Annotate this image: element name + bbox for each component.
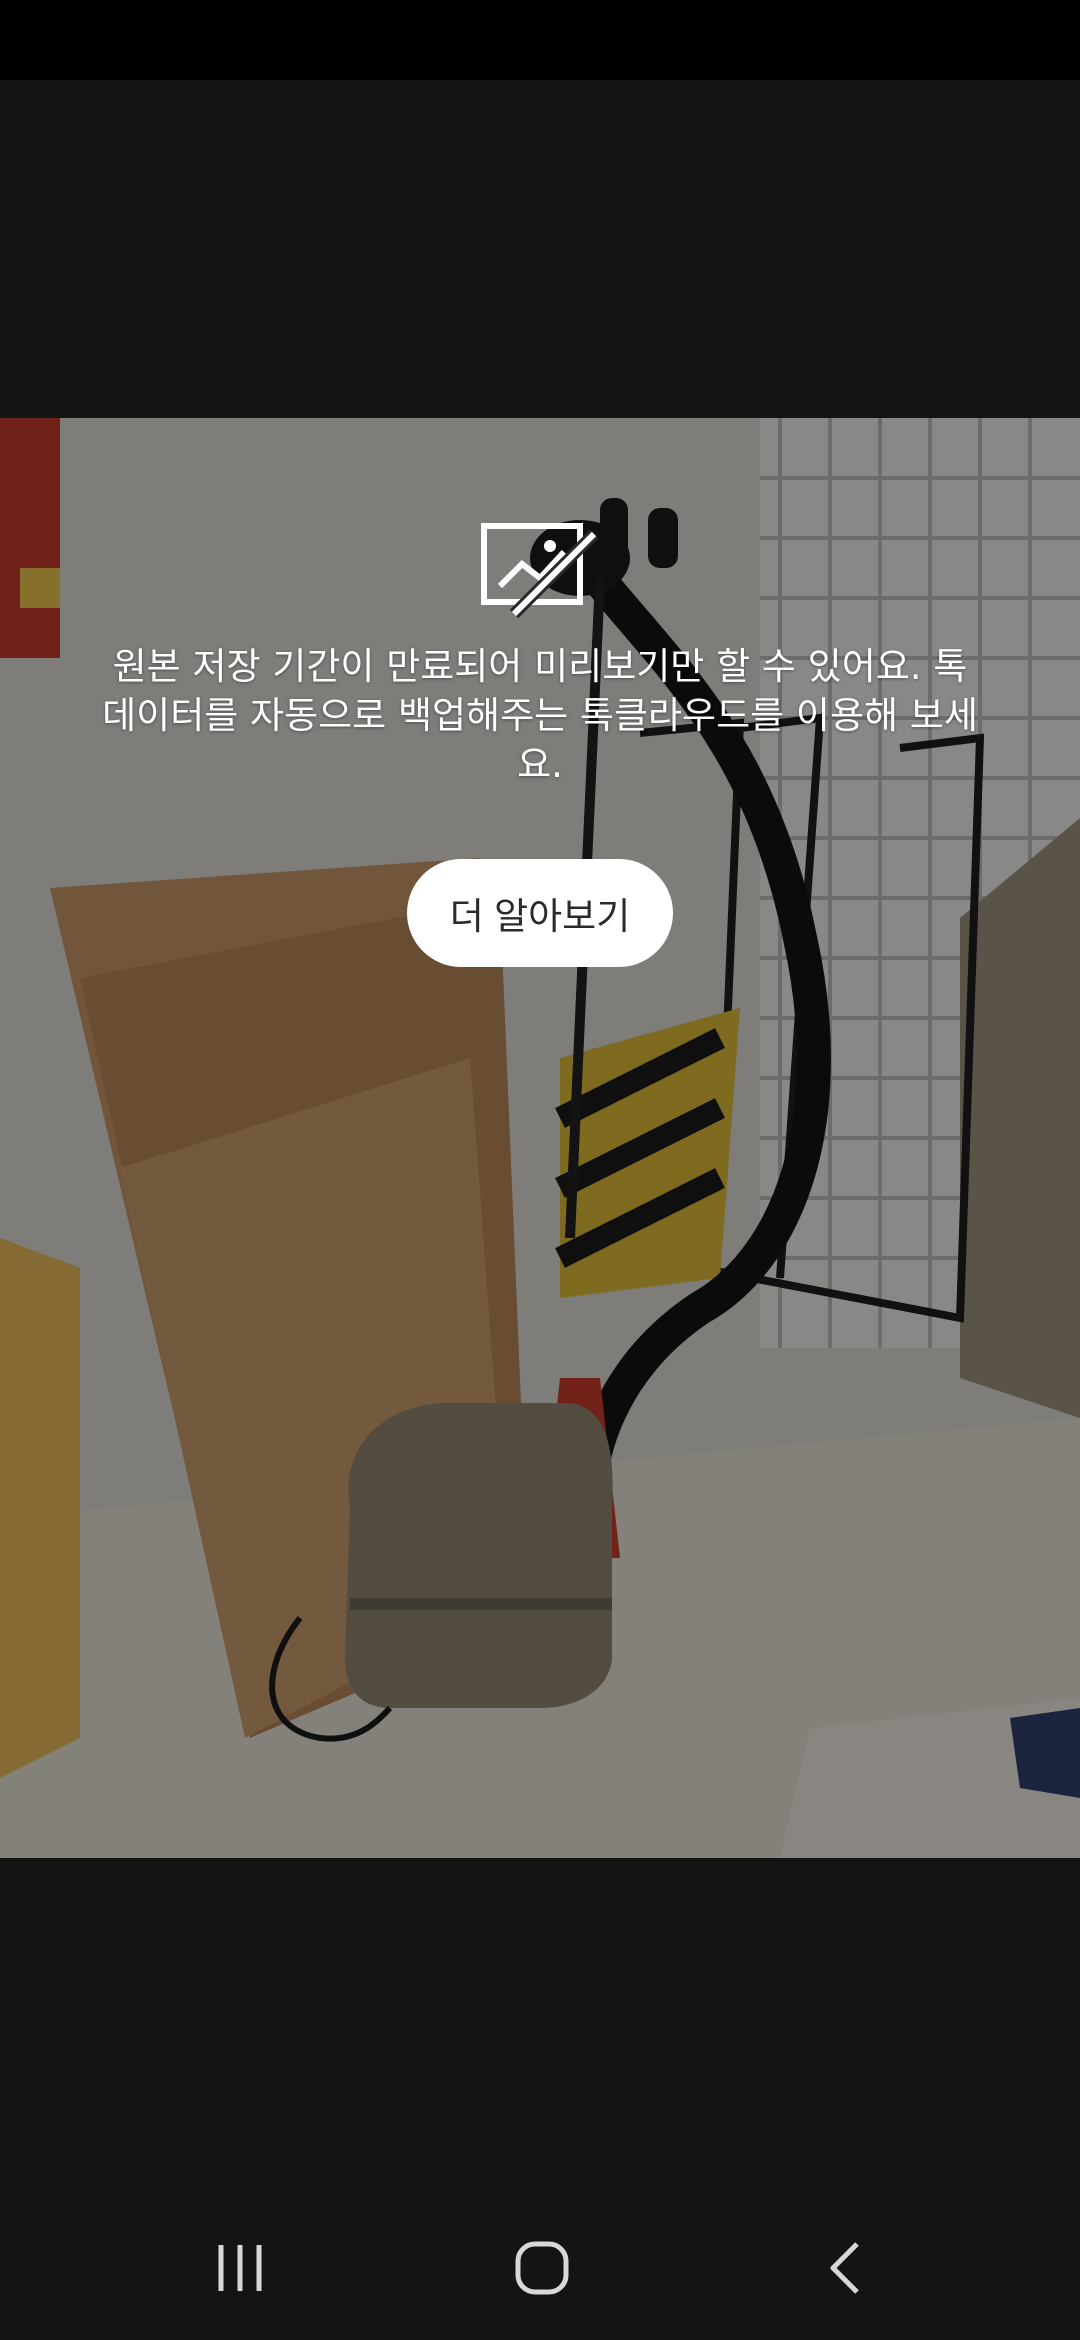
home-icon xyxy=(515,2241,569,2295)
back-button[interactable] xyxy=(745,2196,945,2340)
expired-notice: 원본 저장 기간이 만료되어 미리보기만 할 수 있어요. 톡 데이터를 자동으… xyxy=(0,520,1080,967)
screen: 원본 저장 기간이 만료되어 미리보기만 할 수 있어요. 톡 데이터를 자동으… xyxy=(0,0,1080,2340)
image-expired-icon xyxy=(481,523,599,619)
expired-message: 원본 저장 기간이 만료되어 미리보기만 할 수 있어요. 톡 데이터를 자동으… xyxy=(102,645,978,786)
recent-apps-icon xyxy=(218,2245,262,2291)
learn-more-button[interactable]: 더 알아보기 xyxy=(407,859,673,967)
recent-apps-button[interactable] xyxy=(140,2196,340,2340)
status-bar xyxy=(0,0,1080,80)
back-icon xyxy=(830,2242,859,2294)
home-button[interactable] xyxy=(442,2196,642,2340)
navigation-bar xyxy=(0,2196,1080,2340)
